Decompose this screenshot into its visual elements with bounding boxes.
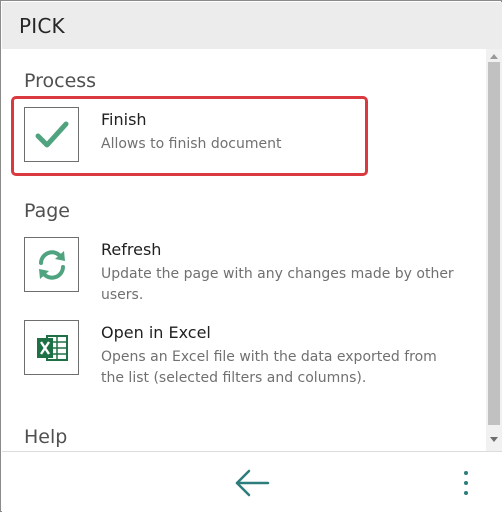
action-description: Opens an Excel file with the data export… <box>101 349 437 386</box>
back-button[interactable] <box>232 466 272 500</box>
footer <box>2 451 502 512</box>
section-title-help: Help <box>24 426 68 448</box>
action-pane: PICK Process Finish Allows to finish doc… <box>0 0 502 512</box>
action-label: Open in Excel <box>101 323 211 342</box>
section-title-page: Page <box>24 200 70 222</box>
scroll-up-arrow-icon[interactable] <box>490 54 498 59</box>
refresh-tile <box>24 237 79 292</box>
section-title-process: Process <box>24 70 97 92</box>
actions-list: Process Finish Allows to finish document… <box>2 49 486 451</box>
action-description: Update the page with any changes made by… <box>101 266 454 303</box>
excel-tile <box>24 320 79 375</box>
scrollbar-thumb[interactable] <box>488 62 500 425</box>
page-title: PICK <box>19 14 65 38</box>
more-vertical-icon <box>464 471 468 495</box>
selection-highlight <box>11 96 368 176</box>
excel-icon <box>36 334 68 361</box>
action-refresh[interactable]: Refresh Update the page with any changes… <box>11 237 469 309</box>
header: PICK <box>2 2 502 49</box>
action-label: Refresh <box>101 240 162 259</box>
action-open-in-excel[interactable]: Open in Excel Opens an Excel file with t… <box>11 320 469 392</box>
refresh-icon <box>38 249 65 280</box>
more-options-button[interactable] <box>456 466 476 500</box>
scroll-down-arrow-icon[interactable] <box>490 437 498 442</box>
back-arrow-icon <box>235 469 270 497</box>
vertical-scrollbar[interactable] <box>486 49 502 451</box>
